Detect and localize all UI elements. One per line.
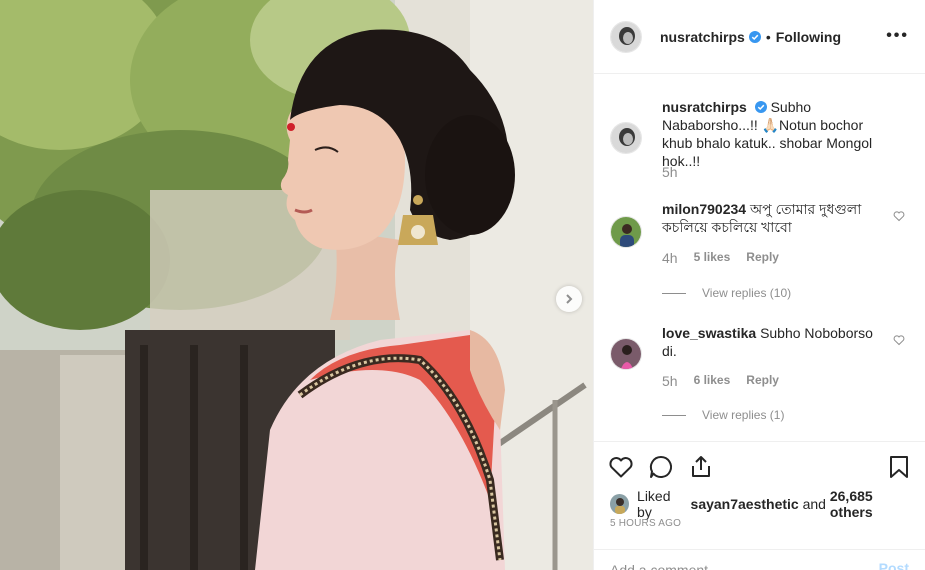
- caption-avatar[interactable]: [610, 122, 642, 154]
- reply-button[interactable]: Reply: [746, 373, 779, 389]
- avatar-image: [611, 339, 641, 369]
- comment-time[interactable]: 5h: [662, 373, 678, 389]
- comment-input[interactable]: [610, 560, 850, 570]
- avatar-image: [611, 21, 641, 52]
- comment-avatar[interactable]: [610, 338, 642, 370]
- speech-bubble-icon[interactable]: [648, 454, 674, 480]
- view-replies-button[interactable]: View replies (1): [662, 408, 784, 422]
- comment-avatar[interactable]: [610, 216, 642, 248]
- comment-username[interactable]: milon790234: [662, 201, 746, 217]
- share-icon[interactable]: [688, 454, 714, 480]
- post-header: nusratchirps • Following •••: [594, 0, 925, 74]
- comment-username[interactable]: love_swastika: [662, 325, 756, 341]
- avatar-image: [611, 217, 641, 247]
- author-avatar[interactable]: [610, 20, 642, 53]
- view-replies-label: View replies (1): [702, 408, 785, 422]
- replies-divider: [662, 414, 686, 416]
- caption-body: nusratchirps Subho Nababorsho...!! 🙏🏻Not…: [662, 98, 885, 170]
- reply-button[interactable]: Reply: [746, 250, 779, 266]
- liked-by-and: and: [802, 496, 826, 512]
- replies-divider: [662, 292, 686, 294]
- post-sidebar: nusratchirps • Following ••• nusratchirp…: [593, 0, 925, 570]
- header-separator: •: [765, 28, 771, 45]
- heart-icon[interactable]: [893, 334, 905, 346]
- comment-time[interactable]: 4h: [662, 250, 678, 266]
- view-replies-label: View replies (10): [702, 286, 792, 300]
- avatar-image: [610, 494, 630, 514]
- caption-username[interactable]: nusratchirps: [662, 99, 747, 115]
- liker-username[interactable]: sayan7aesthetic: [691, 496, 799, 512]
- verified-badge-icon: [754, 101, 767, 113]
- caption-time[interactable]: 5h: [662, 164, 678, 180]
- following-button[interactable]: Following: [776, 29, 841, 45]
- likes-count[interactable]: 26,685 others: [830, 488, 915, 520]
- next-photo-button[interactable]: [556, 286, 582, 312]
- comment-meta: 4h 5 likes Reply: [662, 250, 779, 266]
- heart-icon[interactable]: [893, 210, 905, 222]
- comment-composer: Post: [594, 549, 925, 570]
- post-comment-button[interactable]: Post: [879, 560, 909, 570]
- avatar-image: [611, 123, 641, 153]
- comment-likes[interactable]: 6 likes: [694, 373, 731, 389]
- comment-list[interactable]: nusratchirps Subho Nababorsho...!! 🙏🏻Not…: [594, 74, 925, 441]
- verified-badge-icon: [748, 30, 761, 43]
- bookmark-icon[interactable]: [886, 454, 912, 480]
- chevron-right-icon: [566, 294, 573, 304]
- view-replies-button[interactable]: View replies (10): [662, 286, 791, 300]
- heart-icon[interactable]: [608, 454, 634, 480]
- post-photo-illustration: [0, 0, 593, 570]
- likes-summary: Liked by sayan7aesthetic and 26,685 othe…: [610, 488, 915, 520]
- caption-meta: 5h: [662, 164, 678, 180]
- post-timestamp[interactable]: 5 HOURS AGO: [610, 518, 681, 529]
- post-photo[interactable]: [0, 0, 593, 570]
- author-username[interactable]: nusratchirps: [660, 29, 745, 45]
- comment-likes[interactable]: 5 likes: [694, 250, 731, 266]
- comment-meta: 5h 6 likes Reply: [662, 373, 779, 389]
- more-options-button[interactable]: •••: [886, 28, 909, 44]
- liked-by-prefix: Liked by: [637, 488, 671, 520]
- liker-avatar[interactable]: [610, 494, 630, 514]
- post-actions: [594, 441, 925, 491]
- comment-body: milon790234 অপু তোমার দুধগুলা কচলিয়ে কচ…: [662, 200, 885, 236]
- comment-body: love_swastika Subho Noboborso di.: [662, 324, 885, 360]
